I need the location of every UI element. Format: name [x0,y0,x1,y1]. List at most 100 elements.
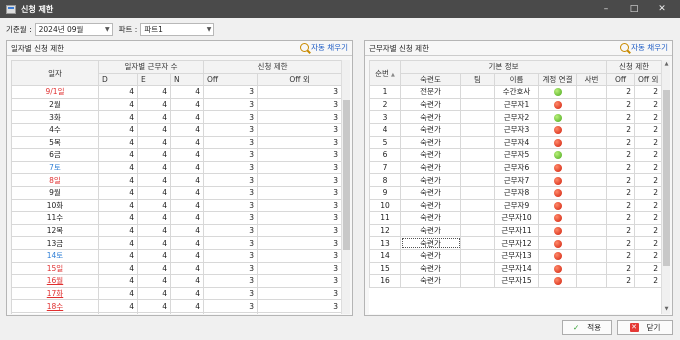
cell-off-other[interactable]: 2 [634,198,663,213]
table-row[interactable]: 19목44433 [11,311,343,314]
cell-team[interactable] [460,85,495,99]
cell-d[interactable]: 4 [98,110,138,124]
cell-account[interactable] [538,223,577,238]
cell-off[interactable]: 3 [203,85,259,99]
table-row[interactable]: 6금 4 4 4 3 3 [11,148,343,162]
cell-n[interactable]: 4 [169,311,205,314]
cell-emp-no[interactable] [575,85,608,99]
cell-n[interactable]: 4 [169,286,205,301]
cell-name[interactable]: 근무자4 [494,135,539,150]
cell-off[interactable]: 3 [203,236,259,250]
cell-off[interactable]: 3 [203,97,259,112]
col-seq[interactable]: 순번 ▲ [369,60,401,87]
cell-off-other[interactable]: 3 [257,223,343,238]
cell-off-other[interactable]: 2 [634,110,663,124]
cell-account[interactable] [538,122,577,137]
cell-skill[interactable]: 숙련가 [400,198,461,213]
cell-skill[interactable]: 숙련가 [400,135,461,150]
cell-name[interactable]: 근무자1 [494,97,539,112]
cell-off[interactable]: 3 [203,274,259,288]
cell-name[interactable]: 근무자11 [494,223,539,238]
cell-skill[interactable]: 숙련가 [400,148,461,162]
table-row[interactable]: 2 숙련가 근무자1 2 2 [369,97,663,112]
cell-n[interactable]: 4 [169,160,205,175]
cell-off-other[interactable]: 3 [257,236,343,250]
scrollbar-thumb[interactable] [663,90,670,266]
col-n[interactable]: N [169,72,205,87]
cell-n[interactable]: 4 [169,299,205,313]
cell-off-other[interactable]: 3 [257,274,343,288]
cell-n[interactable]: 4 [169,223,205,238]
table-row[interactable]: 5 숙련가 근무자4 2 2 [369,135,663,150]
cell-off-other[interactable]: 3 [257,311,343,314]
table-row[interactable]: 10 숙련가 근무자9 2 2 [369,198,663,213]
cell-name[interactable]: 수간호사 [494,85,539,99]
cell-d[interactable]: 4 [98,198,138,213]
cell-e[interactable]: 4 [137,85,171,99]
cell-d[interactable]: 4 [98,135,138,150]
cell-off[interactable]: 3 [203,311,259,314]
cell-name[interactable]: 근무자9 [494,198,539,213]
cell-e[interactable]: 4 [137,185,171,200]
table-row[interactable]: 9월 4 4 4 3 3 [11,185,343,200]
cell-d[interactable]: 4 [98,223,138,238]
cell-n[interactable]: 4 [169,110,205,124]
table-row[interactable]: 11 숙련가 근무자10 2 2 [369,211,663,225]
cell-skill[interactable]: 숙련가 [400,122,461,137]
table-row[interactable]: 16 숙련가 근무자15 2 2 [369,274,663,288]
cell-skill[interactable]: 숙련가 [400,248,461,263]
cell-off[interactable]: 3 [203,286,259,301]
cell-d[interactable]: 4 [98,286,138,301]
cell-off-other[interactable]: 3 [257,198,343,213]
table-row[interactable]: 7토 4 4 4 3 3 [11,160,343,175]
table-row[interactable]: 11수 4 4 4 3 3 [11,211,343,225]
cell-off-other[interactable]: 3 [257,286,343,301]
table-row[interactable]: 10화 4 4 4 3 3 [11,198,343,213]
cell-off[interactable]: 2 [606,110,636,124]
table-row[interactable]: 5목 4 4 4 3 3 [11,135,343,150]
cell-off-other[interactable]: 2 [634,261,663,276]
cell-d[interactable]: 4 [98,274,138,288]
cell-skill[interactable]: 숙련가 [400,211,461,225]
scroll-up-icon[interactable]: ▲ [662,60,670,69]
cell-account[interactable] [538,148,577,162]
table-row[interactable]: 3화 4 4 4 3 3 [11,110,343,124]
worker-autofill-button[interactable]: 자동 채우기 [620,42,668,53]
cell-n[interactable]: 4 [169,211,205,225]
cell-name[interactable]: 근무자12 [494,236,539,250]
cell-name[interactable]: 근무자7 [494,173,539,187]
cell-skill[interactable]: 숙련가 [400,110,461,124]
cell-off[interactable]: 3 [203,160,259,175]
cell-off[interactable]: 2 [606,211,636,225]
col-name[interactable]: 이름 [494,72,539,87]
cell-off-other[interactable]: 2 [634,236,663,250]
cell-e[interactable]: 4 [137,248,171,263]
cell-emp-no[interactable] [575,223,608,238]
cell-emp-no[interactable] [575,110,608,124]
cell-emp-no[interactable] [575,261,608,276]
cell-off[interactable]: 2 [606,185,636,200]
cell-off[interactable]: 2 [606,135,636,150]
cell-emp-no[interactable] [575,148,608,162]
cell-account[interactable] [538,173,577,187]
cell-off-other[interactable]: 2 [634,185,663,200]
cell-off[interactable]: 3 [203,110,259,124]
cell-off[interactable]: 3 [203,261,259,276]
cell-n[interactable]: 4 [169,236,205,250]
cell-d[interactable]: 4 [98,311,138,314]
cell-account[interactable] [538,135,577,150]
cell-account[interactable] [538,248,577,263]
table-row[interactable]: 6 숙련가 근무자5 2 2 [369,148,663,162]
cell-e[interactable]: 4 [137,122,171,137]
cell-emp-no[interactable] [575,236,608,250]
cell-team[interactable] [460,185,495,200]
cell-d[interactable]: 4 [98,211,138,225]
cell-team[interactable] [460,173,495,187]
base-month-select[interactable]: 2024년 09월 ▼ [34,22,113,36]
cell-off[interactable]: 2 [606,236,636,250]
col-off-other[interactable]: Off 외 [634,72,663,87]
col-emp-no[interactable]: 사번 [575,72,608,87]
cell-team[interactable] [460,135,495,150]
cell-e[interactable]: 4 [137,198,171,213]
cell-emp-no[interactable] [575,160,608,175]
